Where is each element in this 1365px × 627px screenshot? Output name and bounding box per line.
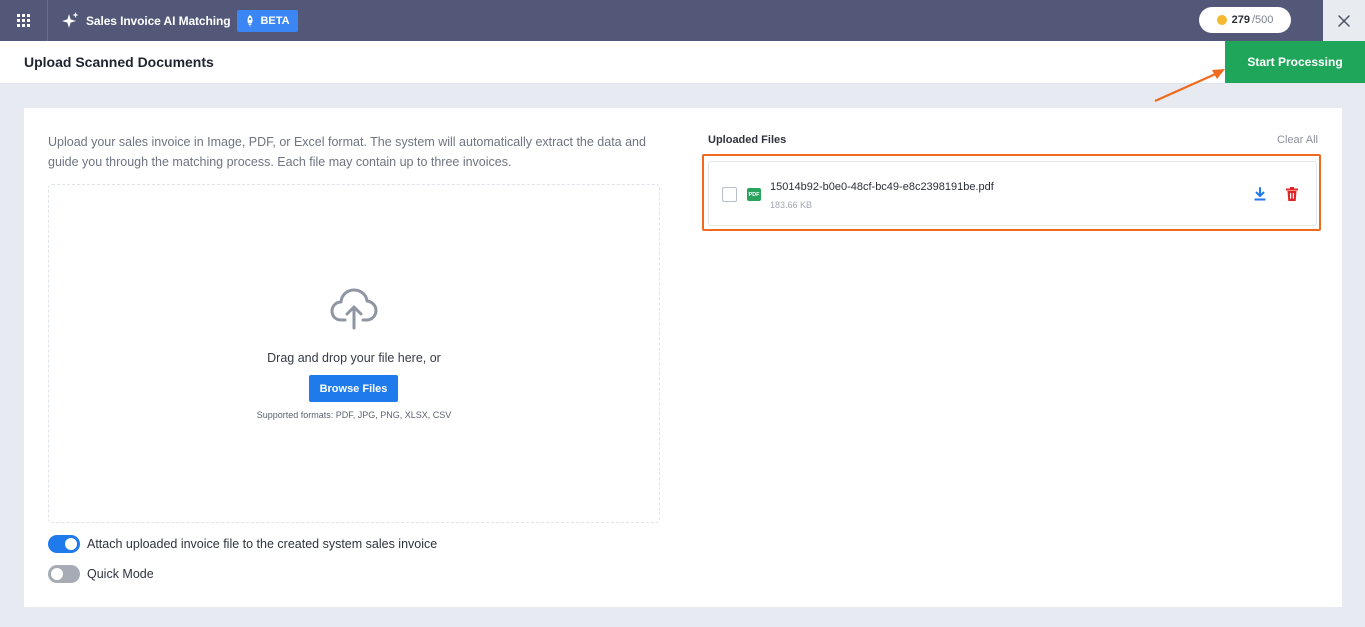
attach-file-option: Attach uploaded invoice file to the crea…: [48, 535, 437, 553]
attach-file-label: Attach uploaded invoice file to the crea…: [87, 537, 438, 551]
file-name: 15014b92-b0e0-48cf-bc49-e8c2398191be.pdf: [770, 181, 994, 193]
annotation-arrow-icon: [1154, 69, 1225, 103]
cloud-upload-icon: [330, 288, 378, 330]
clear-all-link[interactable]: Clear All: [1277, 134, 1318, 146]
file-select-checkbox[interactable]: [722, 187, 737, 202]
top-bar: Sales Invoice AI Matching BETA 279 /500: [0, 0, 1365, 41]
file-size: 183.66 KB: [770, 200, 813, 210]
quick-mode-label: Quick Mode: [87, 567, 154, 581]
sparkle-icon: [62, 11, 79, 28]
grid-icon: [17, 14, 30, 27]
rocket-icon: [247, 14, 253, 27]
beta-badge: BETA: [237, 9, 298, 32]
uploaded-file-item: PDF 15014b92-b0e0-48cf-bc49-e8c2398191be…: [708, 161, 1317, 226]
coin-icon: [1216, 15, 1227, 25]
close-button[interactable]: [1323, 0, 1365, 41]
credits-used: 279: [1231, 14, 1250, 26]
close-icon: [1338, 14, 1350, 27]
quick-mode-option: Quick Mode: [48, 565, 154, 583]
browse-files-button[interactable]: Browse Files: [309, 375, 398, 402]
page-title: Upload Scanned Documents: [24, 54, 214, 70]
apps-menu-button[interactable]: [0, 0, 48, 41]
upload-instructions: Upload your sales invoice in Image, PDF,…: [48, 135, 646, 169]
trash-icon[interactable]: [1285, 187, 1299, 201]
download-icon[interactable]: [1253, 187, 1267, 201]
credits-indicator: 279 /500: [1199, 7, 1291, 33]
upload-panel: Upload your sales invoice in Image, PDF,…: [24, 108, 1342, 607]
supported-formats-text: Supported formats: PDF, JPG, PNG, XLSX, …: [256, 410, 452, 420]
app-title: Sales Invoice AI Matching: [86, 13, 231, 28]
pdf-file-icon: PDF: [747, 188, 761, 201]
uploaded-files-title: Uploaded Files: [708, 134, 787, 146]
file-dropzone[interactable]: Drag and drop your file here, or Browse …: [48, 184, 660, 523]
drag-drop-text: Drag and drop your file here, or: [267, 351, 441, 365]
start-processing-button[interactable]: Start Processing: [1225, 41, 1365, 83]
credits-total: /500: [1251, 14, 1274, 26]
beta-label: BETA: [260, 14, 290, 27]
app-title-group: Sales Invoice AI Matching BETA: [60, 9, 298, 32]
attach-file-toggle[interactable]: [48, 535, 80, 553]
quick-mode-toggle[interactable]: [48, 565, 80, 583]
